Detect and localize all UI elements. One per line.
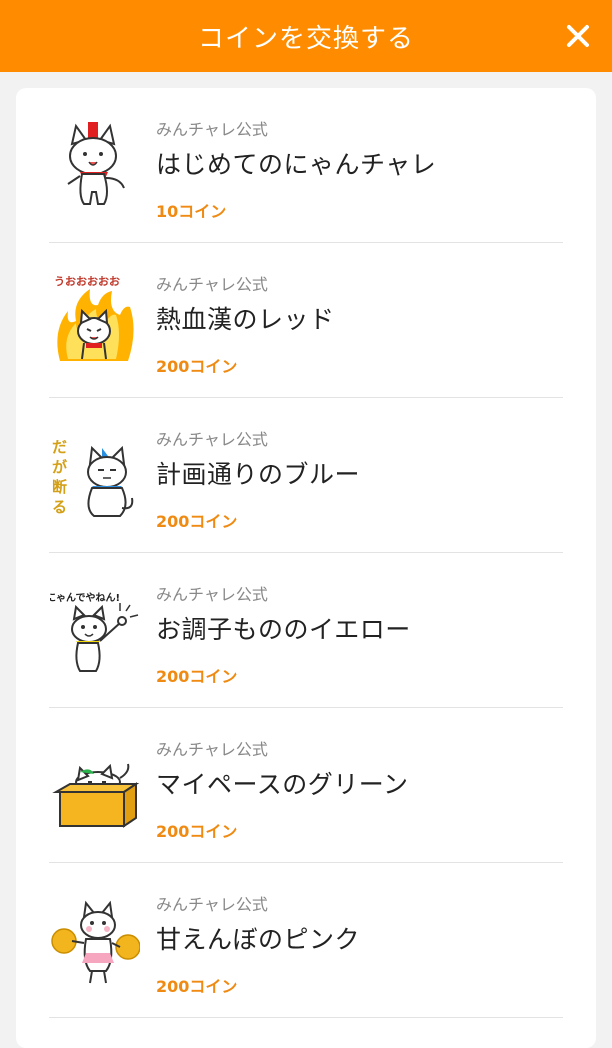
cat-red-bandana-sticker [67,122,125,205]
list-item[interactable]: うおおおおお みんチャレ公式 熱血漢のレッド 200コイン [16,243,596,398]
publisher-label: みんチャレ公式 [156,430,268,449]
sticker-text: うおおおおお [54,275,120,288]
sticker-title: はじめてのにゃんチャレ [156,150,437,179]
sticker-title: お調子もののイエロー [156,615,411,644]
price-label: 200コイン [156,512,238,531]
page-title: コインを交換する [197,23,414,54]
price-label: 10コイン [156,202,227,221]
price-label: 200コイン [156,977,238,996]
divider [49,1017,563,1018]
list-item[interactable]: だ が 断 る みんチャレ公式 計画通りのブルー 200コイン [16,398,596,553]
cat-box-sticker [52,763,140,828]
close-icon[interactable] [560,18,596,54]
price-label: 200コイン [156,357,238,376]
svg-text:る: る [52,498,67,516]
list-item[interactable]: みんチャレ公式 はじめてのにゃんチャレ 10コイン [16,88,596,243]
sticker-text: にゃんでやねん! [50,592,120,604]
list-item[interactable]: みんチャレ公式 甘えんぼのピンク 200コイン [16,863,596,1018]
price-label: 200コイン [156,667,238,686]
cat-pink-cheer-sticker [51,900,140,984]
svg-text:断: 断 [52,478,67,496]
publisher-label: みんチャレ公式 [156,120,268,139]
publisher-label: みんチャレ公式 [156,585,268,604]
publisher-label: みんチャレ公式 [156,275,268,294]
cat-blue-sticker: だ が 断 る [52,438,134,517]
publisher-label: みんチャレ公式 [156,740,268,759]
sticker-title: マイペースのグリーン [156,770,409,799]
header-bar: コインを交換する [0,0,612,72]
sticker-list: みんチャレ公式 はじめてのにゃんチャレ 10コイン うおおおおお みんチャレ公式… [16,88,596,1048]
sticker-title: 計画通りのブルー [156,460,361,489]
list-item[interactable]: みんチャレ公式 マイペースのグリーン 200コイン [16,708,596,863]
svg-text:が: が [52,458,68,476]
cat-yellow-sticker: にゃんでやねん! [50,592,139,672]
publisher-label: みんチャレ公式 [156,895,268,914]
price-label: 200コイン [156,822,238,841]
list-item[interactable]: にゃんでやねん! みんチャレ公式 お調子もののイエロー 200コイン [16,553,596,708]
svg-text:だ: だ [52,438,67,456]
cat-fire-sticker: うおおおおお [54,275,134,361]
sticker-title: 熱血漢のレッド [156,305,335,334]
sticker-title: 甘えんぼのピンク [156,925,361,954]
